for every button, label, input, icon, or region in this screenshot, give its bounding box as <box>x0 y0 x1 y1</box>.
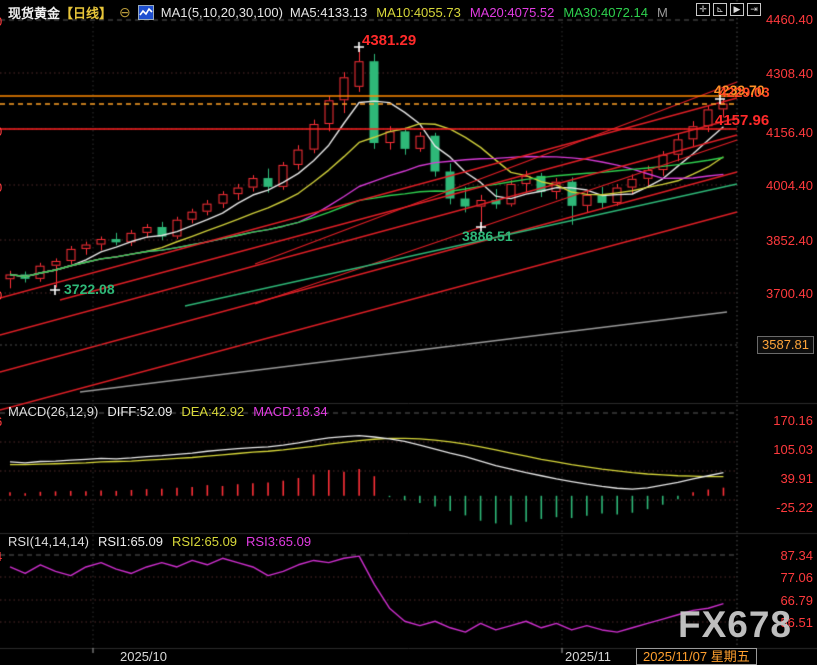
x-axis-label-november: 2025/11 <box>565 649 611 664</box>
ma-value: MA20:4075.52 <box>470 5 555 20</box>
period-badge: 【日线】 <box>60 3 112 22</box>
rsi-title[interactable]: RSI(14,14,14) <box>8 534 89 549</box>
play-forward-icon[interactable]: ▶ <box>730 3 744 16</box>
step-forward-icon[interactable]: ⇥ <box>747 3 761 16</box>
rsi3-value: RSI3:65.09 <box>246 534 311 549</box>
ma-settings-label[interactable]: MA1(5,10,20,30,100) <box>161 5 283 20</box>
macd-macd-value: MACD:18.34 <box>253 404 327 419</box>
rsi1-value: RSI1:65.09 <box>98 534 163 549</box>
ma-value: M <box>657 5 668 20</box>
macd-diff-value: DIFF:52.09 <box>107 404 172 419</box>
chart-window: 4460.404308.404156.404004.403852.403700.… <box>0 0 817 665</box>
chart-canvas[interactable] <box>0 0 817 665</box>
symbol-title: 现货黄金 <box>8 3 60 22</box>
rsi-header: RSI(14,14,14) RSI1:65.09 RSI2:65.09 RSI3… <box>8 534 311 549</box>
axes-tool-icon[interactable]: ⊾ <box>713 3 727 16</box>
ma-value: MA30:4072.14 <box>563 5 648 20</box>
macd-dea-value: DEA:42.92 <box>181 404 244 419</box>
chart-toolbar: ✛⊾▶⇥ <box>696 3 761 16</box>
chart-style-icon[interactable] <box>138 5 154 20</box>
ma-value: MA10:4055.73 <box>376 5 461 20</box>
ma-values: MA5:4133.13 MA10:4055.73 MA20:4075.52 MA30:… <box>290 5 668 20</box>
ma-value: MA5:4133.13 <box>290 5 367 20</box>
zoom-out-icon[interactable]: ⊖ <box>119 6 131 19</box>
x-axis-label-october: 2025/10 <box>120 649 167 664</box>
macd-title[interactable]: MACD(26,12,9) <box>8 404 98 419</box>
rsi2-value: RSI2:65.09 <box>172 534 237 549</box>
watermark-fx678: FX678 <box>678 604 792 646</box>
main-header: 现货黄金【日线】 ⊖ MA1(5,10,20,30,100) MA5:4133.… <box>8 3 668 22</box>
crosshair-tool-icon[interactable]: ✛ <box>696 3 710 16</box>
macd-header: MACD(26,12,9) DIFF:52.09 DEA:42.92 MACD:… <box>8 404 328 419</box>
last-date-badge: 2025/11/07 星期五 <box>636 648 757 665</box>
